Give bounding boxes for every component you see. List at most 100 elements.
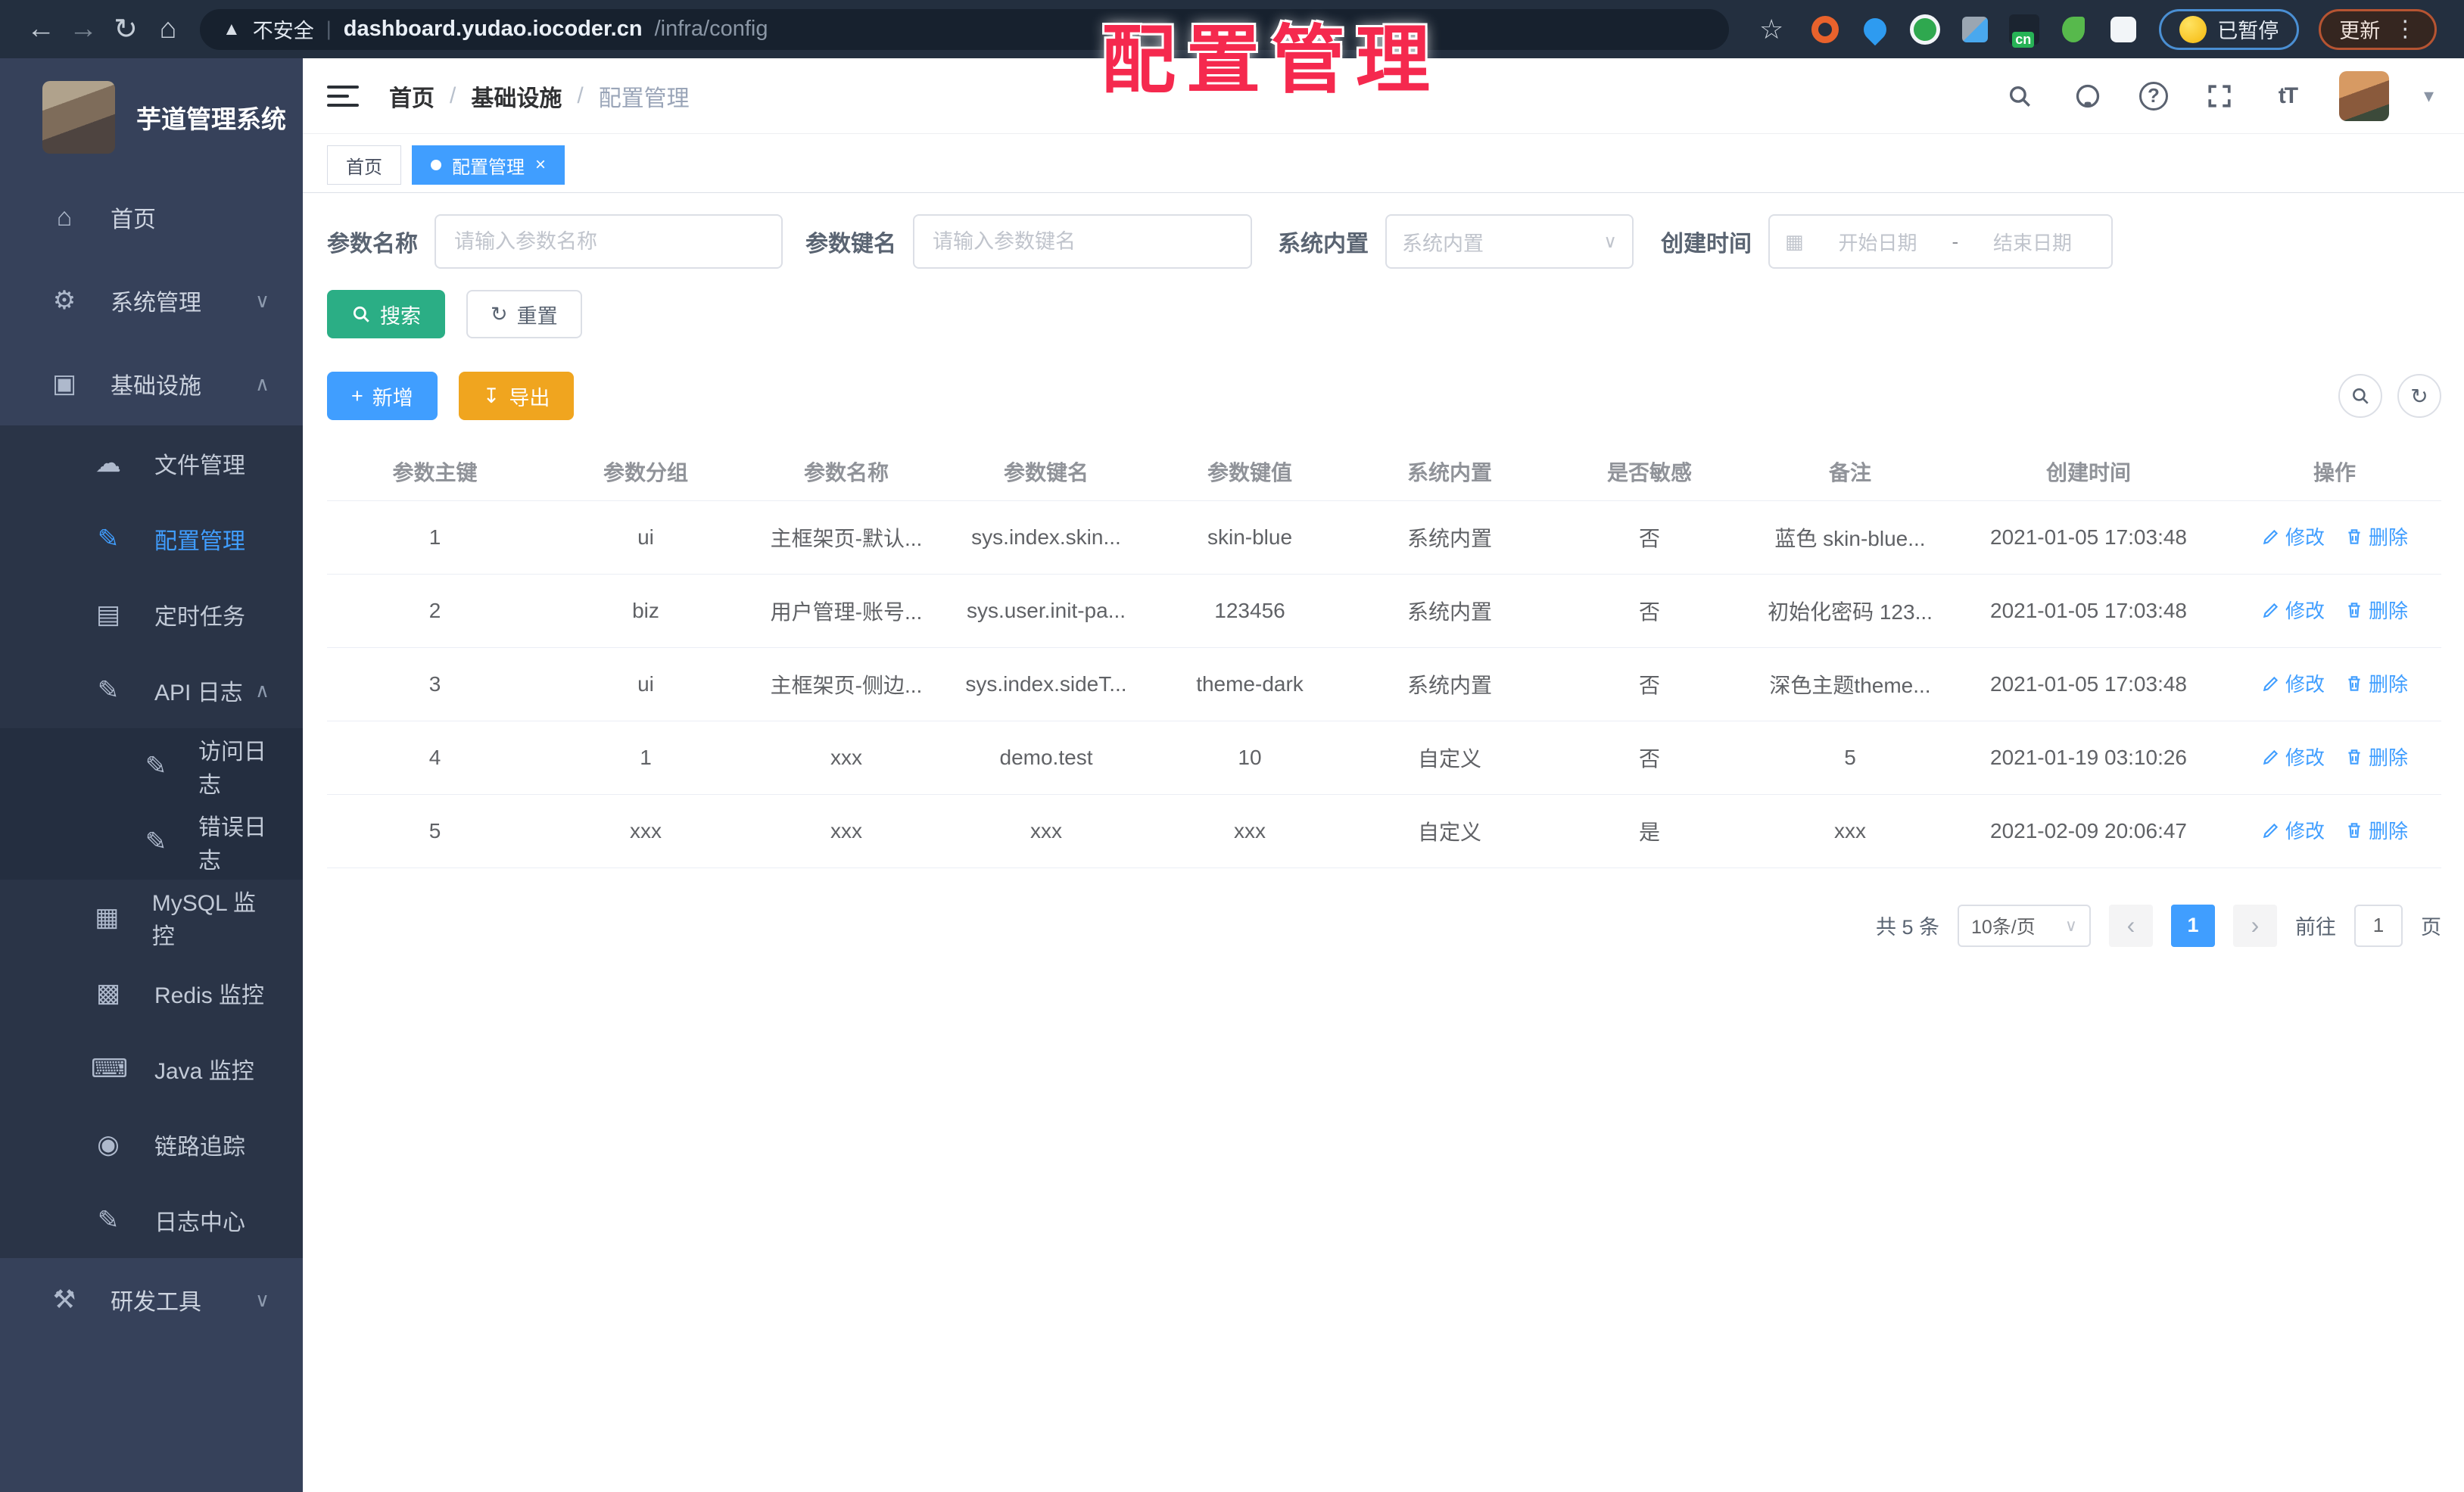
table-cell: 系统内置 <box>1351 647 1548 721</box>
table-cell: theme-dark <box>1148 647 1351 721</box>
extension-icons: cn <box>1809 13 2139 48</box>
chevron-down-icon: ∨ <box>254 288 269 312</box>
tab-config-manage[interactable]: 配置管理 × <box>412 145 565 185</box>
browser-forward-icon[interactable]: → <box>62 13 104 45</box>
keyboard-icon: ⌨ <box>91 1054 129 1083</box>
extension-orange-icon[interactable] <box>1809 14 1841 45</box>
config-table: 参数主键 参数分组 参数名称 参数键名 参数键值 系统内置 是否敏感 备注 创建… <box>327 443 2441 868</box>
sidebar-item-infra[interactable]: ▣ 基础设施 ∧ <box>0 342 303 425</box>
extension-puzzle-icon[interactable] <box>2107 14 2139 45</box>
edit-icon: ✎ <box>145 752 167 780</box>
edit-link[interactable]: 修改 <box>2261 743 2325 771</box>
create-time-range-picker[interactable]: ▦ 开始日期 - 结束日期 <box>1768 214 2113 269</box>
extension-pin-icon[interactable] <box>1859 13 1892 45</box>
sidebar-item-java-monitor[interactable]: ⌨ Java 监控 <box>0 1031 303 1107</box>
sidebar-collapse-icon[interactable] <box>327 85 359 107</box>
page-size-select[interactable]: 10条/页 ∨ <box>1958 904 2091 947</box>
browser-back-icon[interactable]: ← <box>20 13 62 45</box>
sidebar-item-mysql-monitor[interactable]: ▦ MySQL 监控 <box>0 880 303 955</box>
delete-link[interactable]: 删除 <box>2344 596 2408 624</box>
table-cell: 2021-01-19 03:10:26 <box>1949 721 2228 795</box>
extension-green-icon[interactable] <box>1909 14 1941 45</box>
goto-page-input[interactable] <box>2354 904 2403 947</box>
sidebar-item-scheduled-jobs[interactable]: ▤ 定时任务 <box>0 577 303 653</box>
add-button[interactable]: + 新增 <box>327 372 438 420</box>
prev-page-button[interactable]: ‹ <box>2109 904 2153 947</box>
fullscreen-icon[interactable] <box>2203 79 2236 113</box>
extension-leaf-icon[interactable] <box>2057 14 2089 45</box>
trash-icon <box>2348 749 2360 765</box>
tab-bar: 首页 配置管理 × <box>303 134 2464 193</box>
layers-icon: ▩ <box>95 979 121 1008</box>
breadcrumb-separator: / <box>450 83 456 108</box>
reset-button[interactable]: ↻ 重置 <box>466 290 582 338</box>
app-logo-row: 芋道管理系统 <box>0 58 303 176</box>
next-page-button[interactable]: › <box>2233 904 2277 947</box>
edit-icon: ✎ <box>97 525 120 553</box>
system-builtin-label: 系统内置 <box>1278 232 1369 257</box>
breadcrumb-infra[interactable]: 基础设施 <box>471 79 562 113</box>
user-menu-caret-icon[interactable]: ▾ <box>2424 84 2434 107</box>
delete-link[interactable]: 删除 <box>2344 522 2408 550</box>
edit-icon: ✎ <box>145 827 167 856</box>
sidebar-item-home[interactable]: ⌂ 首页 <box>0 176 303 259</box>
header-search-icon[interactable] <box>2003 79 2036 113</box>
sidebar-item-config-manage[interactable]: ✎ 配置管理 <box>0 501 303 577</box>
emoji-face-icon <box>2179 15 2207 43</box>
table-cell: 123456 <box>1148 574 1351 648</box>
pagination: 共 5 条 10条/页 ∨ ‹ 1 › 前往 页 <box>327 904 2441 947</box>
sidebar-item-dev-tools[interactable]: ⚒ 研发工具 ∨ <box>0 1258 303 1341</box>
monitor-icon: ▣ <box>51 369 77 398</box>
active-tab-dot-icon <box>431 160 441 170</box>
delete-link[interactable]: 删除 <box>2344 816 2408 844</box>
trash-icon <box>2348 603 2360 618</box>
breadcrumb-home[interactable]: 首页 <box>389 79 435 113</box>
param-name-input[interactable] <box>435 214 783 269</box>
edit-link[interactable]: 修改 <box>2261 816 2325 844</box>
edit-link[interactable]: 修改 <box>2261 522 2325 550</box>
sidebar-item-redis-monitor[interactable]: ▩ Redis 监控 <box>0 955 303 1031</box>
extension-grid-icon[interactable] <box>1959 14 1991 45</box>
update-button[interactable]: 更新 ⋮ <box>2319 8 2438 50</box>
table-cell: biz <box>543 574 749 648</box>
table-cell: 1 <box>543 721 749 795</box>
plus-icon: + <box>351 384 363 407</box>
table-cell: 5 <box>1751 721 1949 795</box>
github-icon[interactable] <box>2071 79 2104 113</box>
extension-cn-icon[interactable]: cn <box>2009 14 2040 48</box>
system-builtin-select[interactable]: 系统内置 ∨ <box>1385 214 1634 269</box>
param-key-input[interactable] <box>913 214 1252 269</box>
calendar-icon: ▦ <box>1785 229 1804 253</box>
browser-menu-dots-icon[interactable]: ⋮ <box>2394 16 2416 42</box>
sidebar-item-file-manage[interactable]: ☁ 文件管理 <box>0 425 303 501</box>
browser-reload-icon[interactable]: ↻ <box>104 12 147 46</box>
trash-icon <box>2348 676 2360 691</box>
current-page-button[interactable]: 1 <box>2171 904 2215 947</box>
delete-link[interactable]: 删除 <box>2344 669 2408 697</box>
bookmark-star-icon[interactable]: ☆ <box>1759 14 1783 45</box>
table-cell: 1 <box>327 500 543 575</box>
font-size-icon[interactable]: tT <box>2271 79 2304 113</box>
edit-icon <box>2263 676 2279 691</box>
user-avatar[interactable] <box>2338 70 2389 121</box>
sidebar-item-api-log[interactable]: ✎ API 日志 ∧ <box>0 653 303 728</box>
infra-submenu: ☁ 文件管理 ✎ 配置管理 ▤ 定时任务 ✎ API 日志 ∧ ✎ 访问日志 ✎ <box>0 425 303 1258</box>
sidebar-item-tracing[interactable]: ◉ 链路追踪 <box>0 1107 303 1182</box>
sidebar-item-log-center[interactable]: ✎ 日志中心 <box>0 1182 303 1258</box>
sidebar-item-error-log[interactable]: ✎ 错误日志 <box>0 804 303 880</box>
address-bar[interactable]: ▲ 不安全 | dashboard.yudao.iocoder.cn /infr… <box>200 8 1729 50</box>
export-button[interactable]: ↧ 导出 <box>458 372 575 420</box>
edit-link[interactable]: 修改 <box>2261 596 2325 624</box>
sidebar-item-system[interactable]: ⚙ 系统管理 ∨ <box>0 259 303 342</box>
delete-link[interactable]: 删除 <box>2344 743 2408 771</box>
tab-home[interactable]: 首页 <box>327 145 401 185</box>
edit-link[interactable]: 修改 <box>2261 669 2325 697</box>
search-button[interactable]: 搜索 <box>327 290 445 338</box>
sidebar-item-access-log[interactable]: ✎ 访问日志 <box>0 728 303 804</box>
refresh-table-button[interactable]: ↻ <box>2397 374 2441 418</box>
close-icon[interactable]: × <box>535 154 546 176</box>
help-icon[interactable]: ? <box>2138 81 2168 111</box>
browser-home-icon[interactable]: ⌂ <box>147 13 189 45</box>
toggle-search-button[interactable] <box>2338 374 2382 418</box>
paused-badge[interactable]: 已暂停 <box>2159 8 2300 50</box>
